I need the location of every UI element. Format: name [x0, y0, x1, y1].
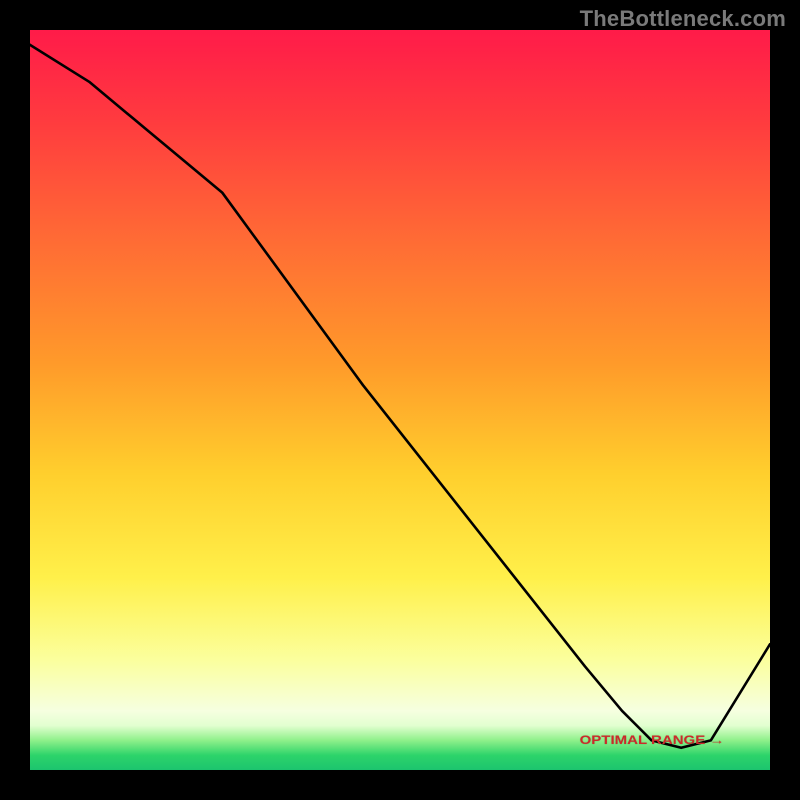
chart-frame: TheBottleneck.com OPTIMAL RANGE →	[0, 0, 800, 800]
curve-path	[30, 45, 770, 748]
watermark-text: TheBottleneck.com	[580, 6, 786, 32]
optimal-range-label: OPTIMAL RANGE →	[579, 733, 724, 747]
bottleneck-curve	[30, 30, 770, 770]
plot-area: OPTIMAL RANGE →	[30, 30, 770, 770]
